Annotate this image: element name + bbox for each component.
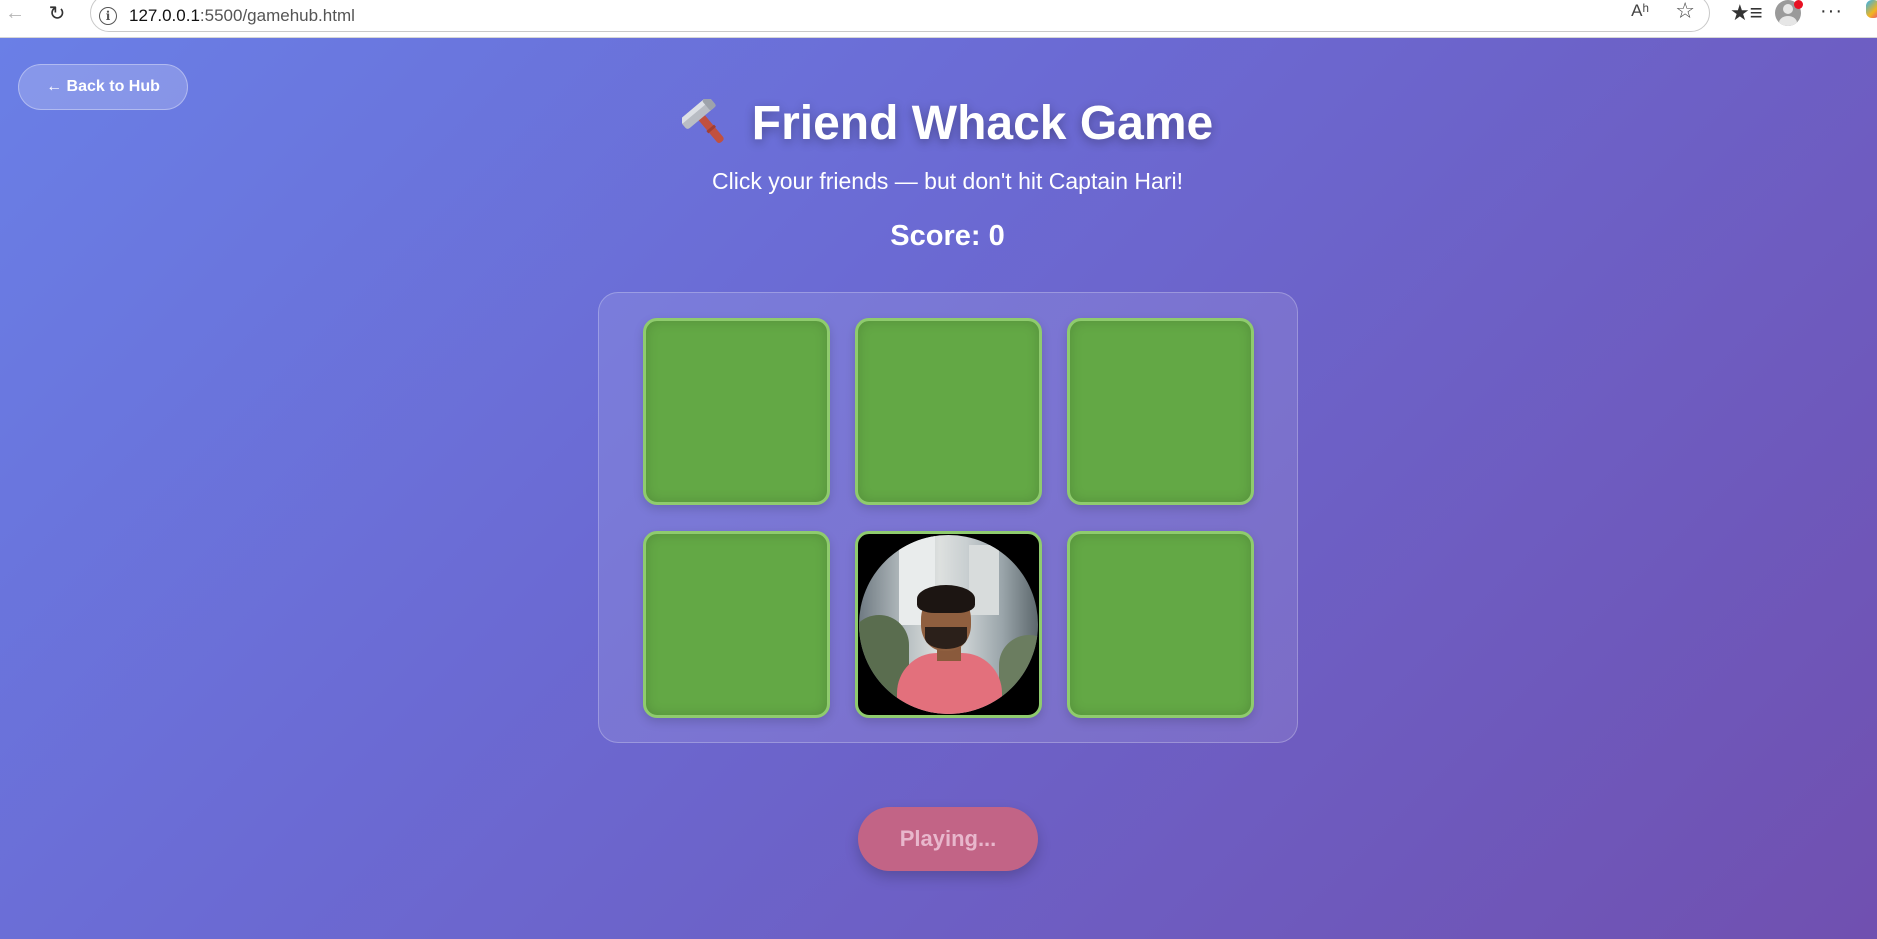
title-text: Friend Whack Game [751, 97, 1214, 150]
hole-1[interactable] [643, 318, 830, 505]
hole-2[interactable] [855, 318, 1042, 505]
add-favorite-star-icon[interactable]: ☆ [1675, 0, 1695, 24]
score-display: Score: 0 [890, 220, 1005, 252]
subtitle: Click your friends — but don't hit Capta… [712, 168, 1183, 194]
reload-icon[interactable]: ↻ [42, 0, 72, 28]
copilot-icon[interactable] [1866, 0, 1877, 18]
site-info-icon[interactable]: i [99, 7, 117, 25]
page-title: Friend Whack Game [0, 96, 1877, 151]
more-options-icon[interactable]: ··· [1820, 0, 1843, 23]
hammer-icon [681, 98, 724, 143]
hole-4[interactable] [643, 531, 830, 718]
browser-toolbar: ← ↻ i 127.0.0.1:5500/gamehub.html Aʰ ☆ ★… [0, 0, 1877, 38]
notification-dot [1794, 0, 1803, 9]
playing-status-button[interactable]: Playing... [858, 807, 1038, 871]
read-aloud-icon[interactable]: Aʰ [1631, 1, 1649, 21]
browser-back-icon[interactable]: ← [0, 0, 30, 28]
hole-6[interactable] [1067, 531, 1254, 718]
url-text[interactable]: 127.0.0.1:5500/gamehub.html [129, 6, 355, 26]
friend-photo[interactable] [859, 535, 1038, 714]
url-path: :5500/gamehub.html [199, 6, 355, 25]
hole-5[interactable] [855, 531, 1042, 718]
hole-3[interactable] [1067, 318, 1254, 505]
favorites-icon[interactable]: ★≡ [1730, 0, 1763, 26]
game-page: ← Back to Hub Friend Whack Game Click yo… [0, 38, 1877, 939]
address-bar[interactable]: i 127.0.0.1:5500/gamehub.html Aʰ ☆ [90, 0, 1710, 32]
game-board [598, 292, 1298, 743]
url-host: 127.0.0.1 [129, 6, 200, 25]
